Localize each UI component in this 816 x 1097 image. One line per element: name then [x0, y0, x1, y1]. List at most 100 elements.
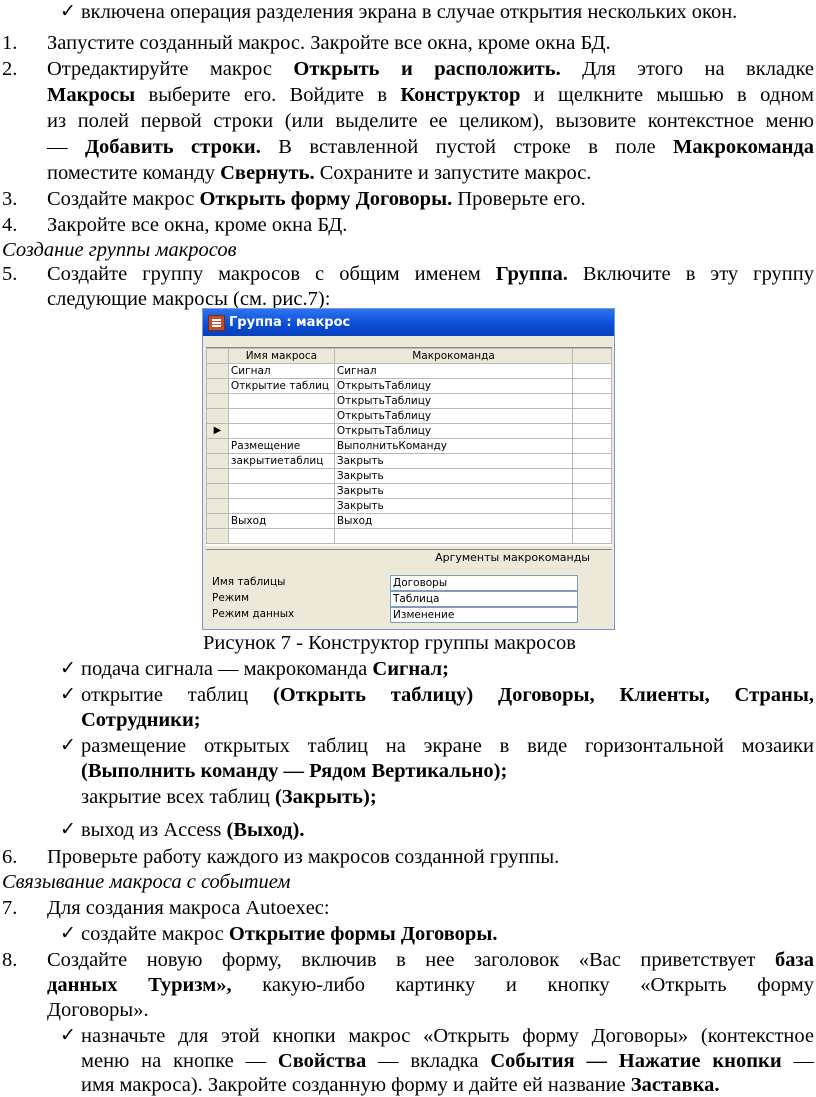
macro-name-cell[interactable] [227, 498, 335, 514]
list-number: 8. [2, 949, 18, 971]
macro-name-cell[interactable] [227, 483, 335, 499]
check-icon: ✓ [60, 819, 76, 840]
macro-name-cell[interactable]: закрытиетаблиц [227, 453, 335, 469]
comment-cell[interactable] [572, 468, 612, 484]
macro-name-cell[interactable] [227, 408, 335, 424]
table-row[interactable]: Закрыть [206, 498, 612, 514]
action-cell[interactable]: ОткрытьТаблицу [333, 408, 574, 424]
row-selector[interactable] [206, 468, 229, 484]
row-selector[interactable] [206, 513, 229, 529]
check-icon: ✓ [60, 658, 76, 679]
row-selector[interactable] [206, 378, 229, 394]
row-selector[interactable] [206, 483, 229, 499]
list-number: 7. [2, 897, 18, 919]
macro-grid[interactable]: Имя макроса Макрокоманда Сигнал Сигнал От… [206, 347, 612, 546]
comment-cell[interactable] [572, 423, 612, 439]
step-8-line-3: Договоры». [47, 999, 149, 1021]
row-selector[interactable] [206, 393, 229, 409]
macro-name-cell[interactable]: Открытие таблиц [227, 378, 335, 394]
macro-name-cell[interactable] [227, 528, 335, 544]
bullet-assign-line-1: назначьте для этой кнопки макрос «Открыт… [81, 1025, 814, 1047]
macro-name-cell[interactable] [227, 393, 335, 409]
bullet-exit: выход из Access (Выход). [81, 819, 305, 841]
bullet-arrange-line-2: (Выполнить команду — Рядом Вертикально); [81, 760, 508, 782]
window-title: Группа : макрос [229, 315, 351, 330]
table-row[interactable]: Выход Выход [206, 513, 612, 529]
table-row[interactable]: Открытие таблиц ОткрытьТаблицу [206, 378, 612, 394]
bullet-close-tables: закрытие всех таблиц (Закрыть); [81, 786, 377, 808]
table-row[interactable]: ОткрытьТаблицу [206, 393, 612, 409]
step-7: Для создания макроса Autoexec: [47, 897, 330, 919]
action-cell[interactable]: Закрыть [333, 498, 574, 514]
current-row-arrow-icon[interactable]: ▶ [206, 423, 229, 439]
macro-name-cell[interactable]: Сигнал [227, 363, 335, 379]
arg-value-table-name[interactable]: Договоры [390, 575, 578, 591]
row-selector[interactable] [206, 438, 229, 454]
step-2-line-1: Отредактируйте макрос Открыть и располож… [47, 58, 814, 80]
comment-cell[interactable] [572, 393, 612, 409]
comment-cell[interactable] [572, 438, 612, 454]
action-cell[interactable]: ОткрытьТаблицу [333, 378, 574, 394]
comment-cell[interactable] [572, 513, 612, 529]
action-cell[interactable]: ОткрытьТаблицу [333, 423, 574, 439]
step-2-line-2: Макросы выберите его. Войдите в Конструк… [47, 84, 814, 106]
row-selector[interactable] [206, 363, 229, 379]
action-cell[interactable]: Закрыть [333, 453, 574, 469]
step-4: Закройте все окна, кроме окна БД. [47, 214, 348, 236]
check-icon: ✓ [60, 1, 76, 22]
table-row[interactable]: закрытиетаблиц Закрыть [206, 453, 612, 469]
action-cell[interactable]: Выход [333, 513, 574, 529]
table-row[interactable]: Сигнал Сигнал [206, 363, 612, 379]
arg-value-mode[interactable]: Таблица [390, 591, 578, 607]
step-8-line-2: данных Туризм», какую-либо картинку и кн… [47, 974, 814, 996]
step-1: Запустите созданный макрос. Закройте все… [47, 32, 611, 54]
action-cell[interactable]: ВыполнитьКоманду [333, 438, 574, 454]
row-selector-header [206, 348, 229, 364]
action-cell[interactable]: Сигнал [333, 363, 574, 379]
action-cell[interactable]: Закрыть [333, 483, 574, 499]
bullet-arrange-line-1: размещение открытых таблиц на экране в в… [81, 735, 814, 757]
step-8-line-1: Создайте новую форму, включив в нее заго… [47, 949, 814, 971]
comment-cell[interactable] [572, 483, 612, 499]
macro-name-cell[interactable] [227, 468, 335, 484]
comment-cell[interactable] [572, 363, 612, 379]
comment-cell[interactable] [572, 498, 612, 514]
figure-caption: Рисунок 7 - Конструктор группы макросов [203, 632, 576, 654]
row-selector[interactable] [206, 408, 229, 424]
table-row[interactable]: Размещение ВыполнитьКоманду [206, 438, 612, 454]
comment-cell[interactable] [572, 408, 612, 424]
table-row[interactable]: ▶ ОткрытьТаблицу [206, 423, 612, 439]
table-row[interactable]: ОткрытьТаблицу [206, 408, 612, 424]
step-3: Создайте макрос Открыть форму Договоры. … [47, 188, 586, 210]
macro-name-cell[interactable] [227, 423, 335, 439]
row-selector[interactable] [206, 453, 229, 469]
arg-value-data-mode[interactable]: Изменение [390, 607, 578, 623]
check-icon: ✓ [60, 684, 76, 705]
bullet-open-tables-line-2: Сотрудники; [81, 709, 201, 731]
arg-label-data-mode: Режим данных [212, 608, 295, 620]
comment-cell[interactable] [572, 453, 612, 469]
macro-name-cell[interactable]: Размещение [227, 438, 335, 454]
macro-icon [208, 315, 225, 331]
macro-group-window: Группа : макрос Имя макроса Макрокоманда… [202, 308, 615, 630]
table-row[interactable]: Закрыть [206, 468, 612, 484]
row-selector[interactable] [206, 528, 229, 544]
bullet-open-tables-line-1: открытие таблиц (Открыть таблицу) Догово… [81, 684, 814, 706]
bullet-assign-line-2: меню на кнопке — Свойства — вкладка Собы… [81, 1050, 814, 1072]
list-number: 4. [2, 214, 18, 236]
comment-cell[interactable] [572, 378, 612, 394]
check-icon: ✓ [60, 735, 76, 756]
list-number: 1. [2, 32, 18, 54]
table-row[interactable]: Закрыть [206, 483, 612, 499]
table-row[interactable] [206, 528, 612, 544]
action-cell[interactable]: Закрыть [333, 468, 574, 484]
step-2-line-3: из полей первой строки (или выделите ее … [47, 110, 814, 132]
list-number: 6. [2, 846, 18, 868]
action-cell[interactable]: ОткрытьТаблицу [333, 393, 574, 409]
comment-cell[interactable] [572, 528, 612, 544]
step-5-line-1: Создайте группу макросов с общим именем … [47, 263, 814, 285]
bullet-create-macro: создайте макрос Открытие формы Договоры. [81, 923, 498, 945]
action-cell[interactable] [333, 528, 574, 544]
macro-name-cell[interactable]: Выход [227, 513, 335, 529]
row-selector[interactable] [206, 498, 229, 514]
